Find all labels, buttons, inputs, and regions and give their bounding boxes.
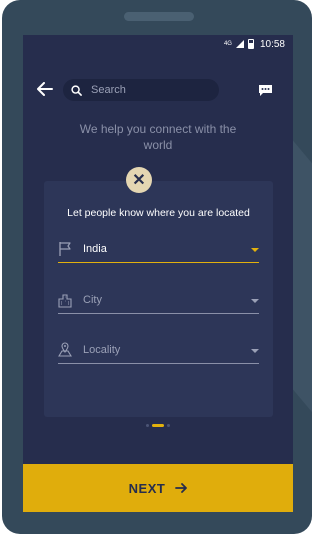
country-dropdown[interactable]: India [58, 235, 259, 263]
arrow-left-icon[interactable] [37, 82, 53, 96]
chevron-down-icon [251, 299, 259, 303]
phone-frame: 4G 10:58 We help you co [2, 0, 312, 534]
country-value: India [83, 243, 107, 255]
battery-icon [247, 39, 254, 49]
speaker-grille [124, 12, 194, 21]
chat-bubble-icon[interactable] [258, 84, 273, 97]
search-input[interactable] [91, 84, 211, 96]
page-indicator [23, 424, 293, 427]
city-dropdown[interactable]: City [58, 286, 259, 314]
status-bar: 4G 10:58 [23, 35, 293, 53]
page-dot [167, 424, 170, 427]
page-dot [146, 424, 149, 427]
map-pin-icon [58, 342, 72, 357]
city-placeholder: City [83, 294, 102, 306]
chevron-down-icon [251, 349, 259, 353]
app-screen: 4G 10:58 We help you co [23, 35, 293, 512]
next-button[interactable]: NEXT [23, 464, 293, 512]
search-bar[interactable] [63, 79, 219, 101]
close-icon: ✕ [132, 172, 146, 189]
locality-placeholder: Locality [83, 344, 121, 356]
app-bar [23, 53, 293, 123]
search-icon [71, 84, 82, 96]
network-type: 4G [223, 41, 232, 47]
locality-dropdown[interactable]: Locality [58, 336, 259, 364]
arrow-right-icon [175, 483, 188, 493]
page-dot-active [152, 424, 164, 427]
card-title: Let people know where you are located [67, 207, 250, 219]
signal-icon [235, 40, 244, 48]
city-icon [58, 294, 72, 308]
next-label: NEXT [128, 480, 166, 496]
status-time: 10:58 [259, 38, 285, 50]
tagline: We help you connect with the world [79, 122, 237, 152]
flag-icon [59, 242, 71, 256]
location-card: Let people know where you are located In… [44, 181, 273, 417]
close-button[interactable]: ✕ [126, 167, 152, 193]
chevron-down-icon [251, 248, 259, 252]
